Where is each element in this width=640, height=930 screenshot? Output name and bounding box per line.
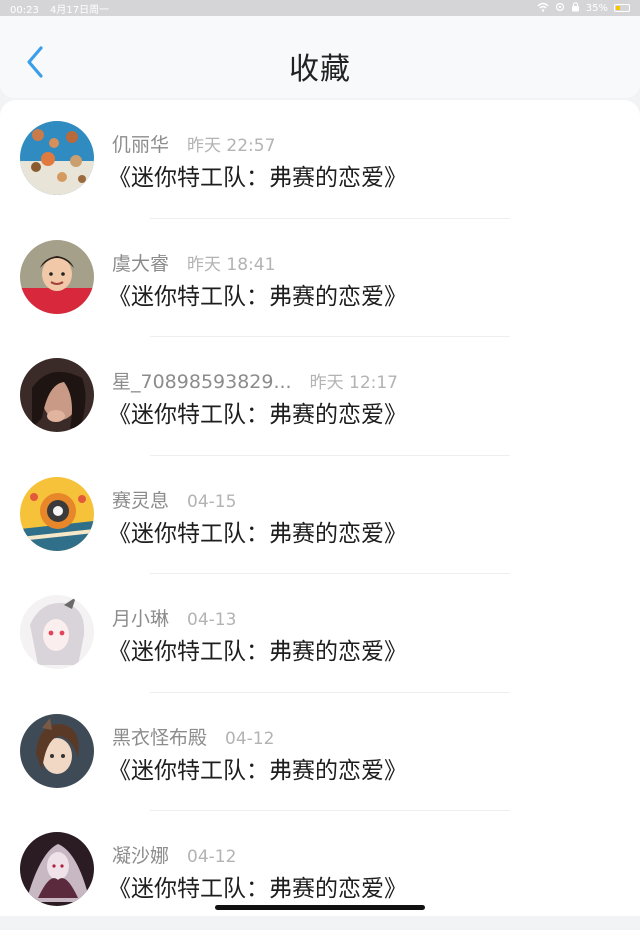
user-name[interactable]: 虞大睿: [112, 249, 169, 276]
favorite-title[interactable]: 《迷你特工队：弗赛的恋爱》: [108, 514, 407, 548]
list-item[interactable]: 仉丽华 昨天 22:57 《迷你特工队：弗赛的恋爱》: [0, 100, 640, 219]
location-icon: [555, 2, 565, 15]
status-date: 4月17日周一: [50, 4, 110, 16]
avatar[interactable]: [20, 121, 94, 195]
favorite-title[interactable]: 《迷你特工队：弗赛的恋爱》: [108, 632, 407, 666]
battery-percent: 35%: [585, 2, 608, 14]
user-name[interactable]: 星_70898593829...: [112, 367, 292, 394]
avatar[interactable]: [20, 476, 94, 551]
avatar[interactable]: [20, 239, 94, 314]
timestamp: 04-12: [187, 847, 237, 867]
timestamp: 昨天 12:17: [309, 373, 398, 393]
avatar[interactable]: [20, 713, 94, 788]
lock-rotation-icon: [571, 1, 580, 15]
battery-icon: [614, 4, 630, 12]
user-name[interactable]: 仉丽华: [112, 130, 169, 157]
item-meta: 凝沙娜 04-12: [112, 841, 236, 868]
list-item[interactable]: 赛灵息 04-15 《迷你特工队：弗赛的恋爱》: [0, 456, 640, 574]
user-name[interactable]: 黑衣怪布殿: [112, 723, 207, 750]
avatar[interactable]: [20, 358, 94, 432]
page-title: 收藏: [289, 52, 351, 87]
nav-header: 收藏: [0, 16, 640, 98]
avatar[interactable]: [20, 595, 94, 669]
timestamp: 04-15: [187, 491, 237, 512]
wifi-icon: [537, 2, 549, 15]
timestamp: 04-13: [187, 610, 237, 630]
favorite-title[interactable]: 《迷你特工队：弗赛的恋爱》: [108, 277, 407, 311]
list-item[interactable]: 月小琳 04-13 《迷你特工队：弗赛的恋爱》: [0, 574, 640, 693]
list-item[interactable]: 凝沙娜 04-12 《迷你特工队：弗赛的恋爱》: [0, 811, 640, 930]
list-item[interactable]: 黑衣怪布殿 04-12 《迷你特工队：弗赛的恋爱》: [0, 693, 640, 811]
favorite-title[interactable]: 《迷你特工队：弗赛的恋爱》: [108, 158, 407, 192]
avatar[interactable]: [20, 832, 94, 906]
favorite-title[interactable]: 《迷你特工队：弗赛的恋爱》: [108, 751, 407, 785]
timestamp: 04-12: [225, 728, 275, 749]
item-meta: 赛灵息 04-15: [112, 486, 236, 513]
favorite-title[interactable]: 《迷你特工队：弗赛的恋爱》: [108, 869, 407, 903]
item-meta: 仉丽华 昨天 22:57: [112, 130, 275, 157]
status-left: 00:23 4月17日周一: [10, 1, 117, 16]
user-name[interactable]: 赛灵息: [112, 486, 169, 513]
favorite-title[interactable]: 《迷你特工队：弗赛的恋爱》: [108, 395, 407, 429]
list-item[interactable]: 虞大睿 昨天 18:41 《迷你特工队：弗赛的恋爱》: [0, 219, 640, 337]
timestamp: 昨天 22:57: [187, 136, 276, 156]
status-bar: 00:23 4月17日周一 35%: [0, 0, 640, 16]
item-meta: 黑衣怪布殿 04-12: [112, 723, 274, 750]
item-meta: 月小琳 04-13: [112, 604, 236, 631]
home-indicator[interactable]: [215, 905, 425, 910]
favorites-list-panel: 仉丽华 昨天 22:57 《迷你特工队：弗赛的恋爱》 虞大睿 昨天 18:41: [0, 100, 640, 916]
user-name[interactable]: 凝沙娜: [112, 841, 169, 868]
status-time: 00:23: [10, 4, 39, 16]
timestamp: 昨天 18:41: [187, 254, 276, 275]
user-name[interactable]: 月小琳: [112, 604, 169, 631]
list-item[interactable]: 星_70898593829... 昨天 12:17 《迷你特工队：弗赛的恋爱》: [0, 337, 640, 456]
status-right: 35%: [537, 1, 630, 15]
favorites-list: 仉丽华 昨天 22:57 《迷你特工队：弗赛的恋爱》 虞大睿 昨天 18:41: [0, 100, 640, 930]
item-meta: 星_70898593829... 昨天 12:17: [112, 367, 398, 394]
item-meta: 虞大睿 昨天 18:41: [112, 249, 275, 276]
